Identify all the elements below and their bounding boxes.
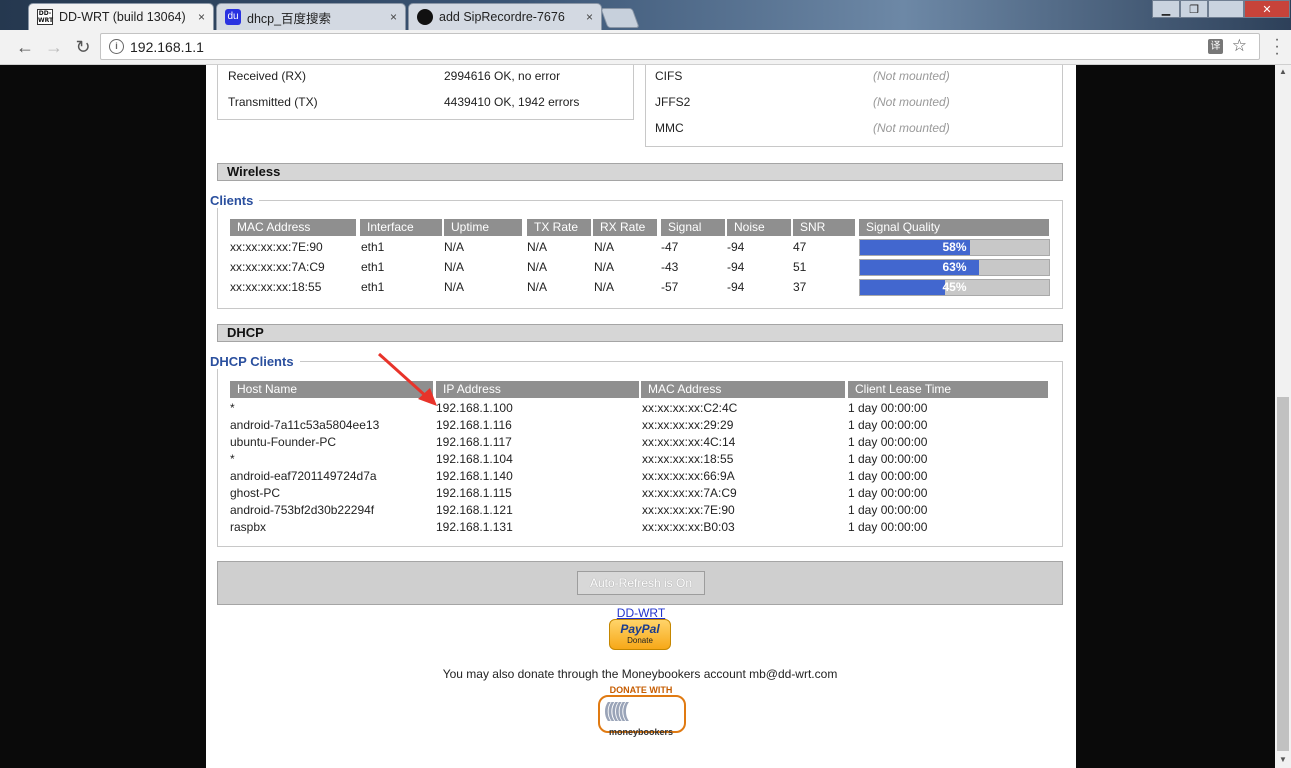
new-tab-button[interactable]: [600, 8, 640, 28]
menu-icon[interactable]: · · ·: [1273, 32, 1281, 62]
close-tab-icon[interactable]: ×: [586, 10, 593, 24]
tab-title: add SipRecordre-7676: [439, 10, 565, 24]
scroll-down-icon[interactable]: ▼: [1279, 755, 1287, 764]
back-button[interactable]: ←: [13, 35, 37, 59]
info-icon[interactable]: i: [109, 39, 124, 54]
tab-ddwrt[interactable]: DD-WRT DD-WRT (build 13064) ×: [28, 3, 214, 30]
reload-button[interactable]: ↻: [71, 35, 95, 59]
maximize-button[interactable]: ❐: [1180, 0, 1208, 18]
tab-title: dhcp_百度搜索: [247, 11, 332, 26]
browser-tab-bar: DD-WRT DD-WRT (build 13064) × du dhcp_百度…: [0, 0, 1291, 30]
minimize-button[interactable]: ▁: [1152, 0, 1180, 18]
page-scrollbar[interactable]: ▲ ▼: [1275, 65, 1291, 768]
address-bar[interactable]: i 192.168.1.1 译 ☆: [100, 33, 1260, 60]
tab-github[interactable]: add SipRecordre-7676 ×: [408, 3, 602, 30]
ddwrt-icon: DD-WRT: [37, 9, 54, 25]
close-tab-icon[interactable]: ×: [198, 10, 205, 24]
restore-button[interactable]: [1208, 0, 1244, 18]
browser-toolbar: ← → ↻ i 192.168.1.1 译 ☆ · · ·: [0, 30, 1291, 65]
annotation-arrow-icon: [377, 352, 437, 406]
ddwrt-status-page: Received (RX) 2994616 OK, no error Trans…: [206, 65, 1076, 768]
close-window-button[interactable]: ✕: [1244, 0, 1290, 18]
baidu-paw-icon: du: [225, 9, 241, 25]
github-icon: [417, 9, 433, 25]
forward-button[interactable]: →: [42, 35, 66, 59]
bookmark-star-icon[interactable]: ☆: [1232, 36, 1247, 56]
close-tab-icon[interactable]: ×: [390, 10, 397, 24]
scroll-up-icon[interactable]: ▲: [1279, 67, 1287, 76]
scrollbar-thumb[interactable]: [1277, 397, 1289, 751]
page-viewport: Received (RX) 2994616 OK, no error Trans…: [0, 65, 1275, 768]
translate-icon[interactable]: 译: [1208, 39, 1223, 54]
tab-title: DD-WRT (build 13064): [59, 10, 186, 24]
tab-baidu[interactable]: du dhcp_百度搜索 ×: [216, 3, 406, 30]
url-text: 192.168.1.1: [130, 39, 204, 55]
